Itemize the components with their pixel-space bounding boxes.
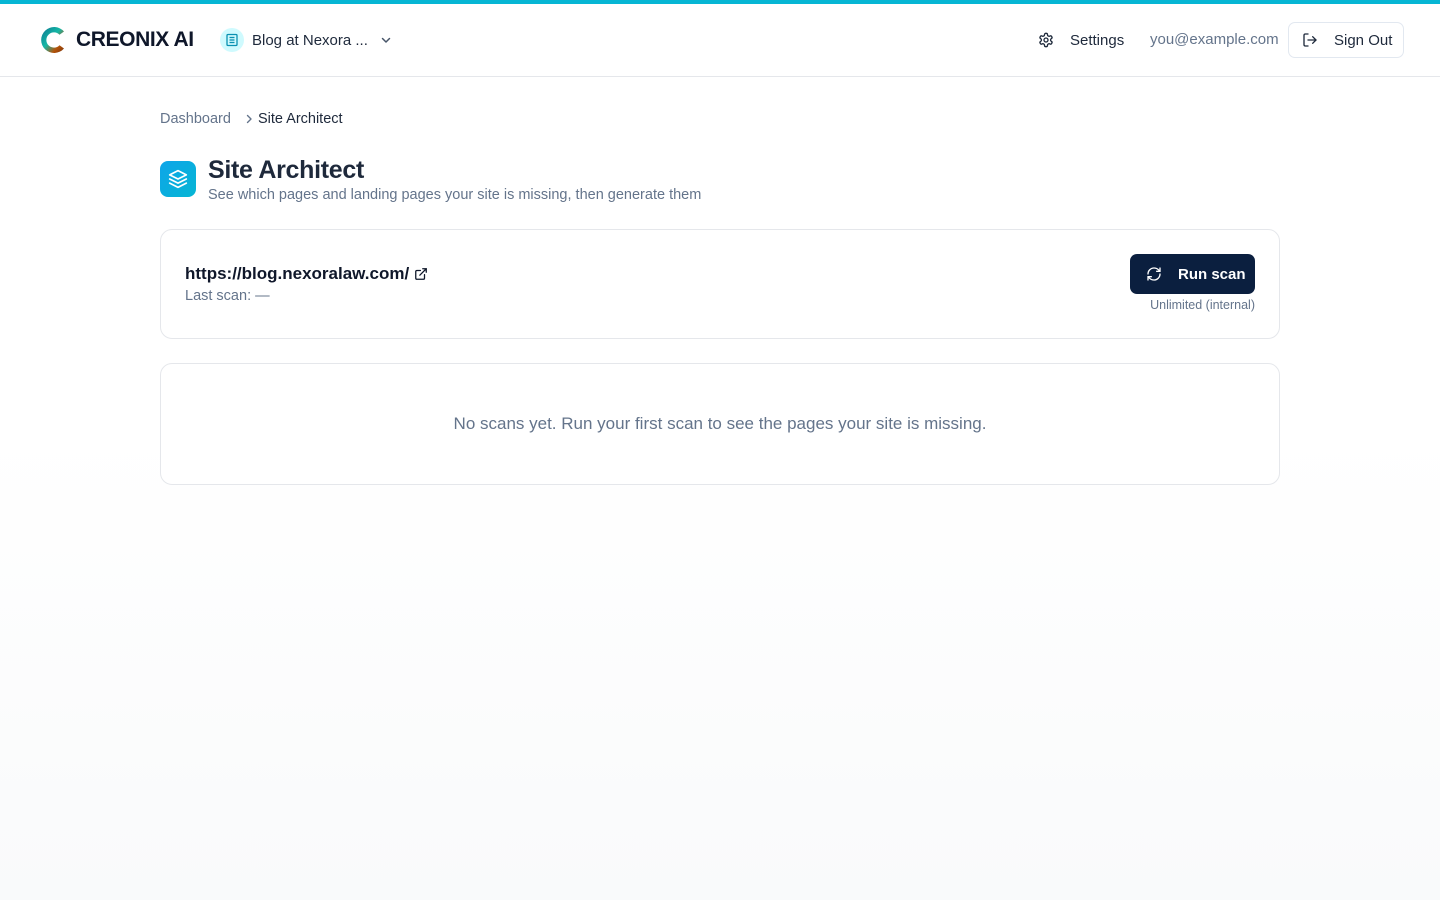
chevron-right-icon: [244, 114, 254, 124]
brand[interactable]: CREONIX AI: [38, 23, 194, 57]
sign-out-icon: [1302, 32, 1318, 48]
last-scan-text: Last scan: —: [185, 288, 270, 304]
layers-icon: [160, 161, 196, 197]
brand-name: CREONIX AI: [76, 28, 194, 51]
run-scan-label: Run scan: [1178, 265, 1246, 283]
site-switcher-label: Blog at Nexora ...: [252, 31, 368, 49]
run-scan-button[interactable]: Run scan: [1130, 254, 1255, 294]
gear-icon: [1038, 32, 1054, 48]
settings-link[interactable]: Settings: [1038, 29, 1124, 51]
scan-quota-note: Unlimited (internal): [1150, 298, 1255, 312]
site-url-link[interactable]: https://blog.nexoralaw.com/: [185, 264, 409, 284]
empty-state-card: No scans yet. Run your first scan to see…: [160, 363, 1280, 485]
site-scan-card: https://blog.nexoralaw.com/ Last scan: —…: [160, 229, 1280, 339]
site-icon: [220, 28, 244, 52]
breadcrumb: Dashboard Site Architect: [160, 109, 343, 129]
page-subtitle: See which pages and landing pages your s…: [208, 187, 702, 203]
external-link-icon[interactable]: [414, 267, 428, 281]
chevron-down-icon: [380, 34, 392, 46]
site-url-row: https://blog.nexoralaw.com/: [185, 264, 428, 284]
sign-out-label: Sign Out: [1334, 31, 1393, 49]
empty-state-message: No scans yet. Run your first scan to see…: [453, 414, 987, 433]
creonix-logo-icon: [41, 27, 64, 53]
breadcrumb-current: Site Architect: [257, 111, 343, 127]
settings-label: Settings: [1070, 31, 1125, 49]
site-switcher[interactable]: Blog at Nexora ...: [220, 27, 392, 53]
page-title: Site Architect: [208, 156, 365, 184]
app-header: CREONIX AI Blog at Nexora ... Settings y…: [0, 4, 1440, 77]
breadcrumb-dashboard-link[interactable]: Dashboard: [160, 111, 231, 127]
page-header: Site Architect See which pages and landi…: [160, 155, 701, 205]
sign-out-button[interactable]: Sign Out: [1288, 22, 1404, 58]
user-email: you@example.com: [1150, 31, 1279, 48]
refresh-icon: [1146, 266, 1162, 282]
